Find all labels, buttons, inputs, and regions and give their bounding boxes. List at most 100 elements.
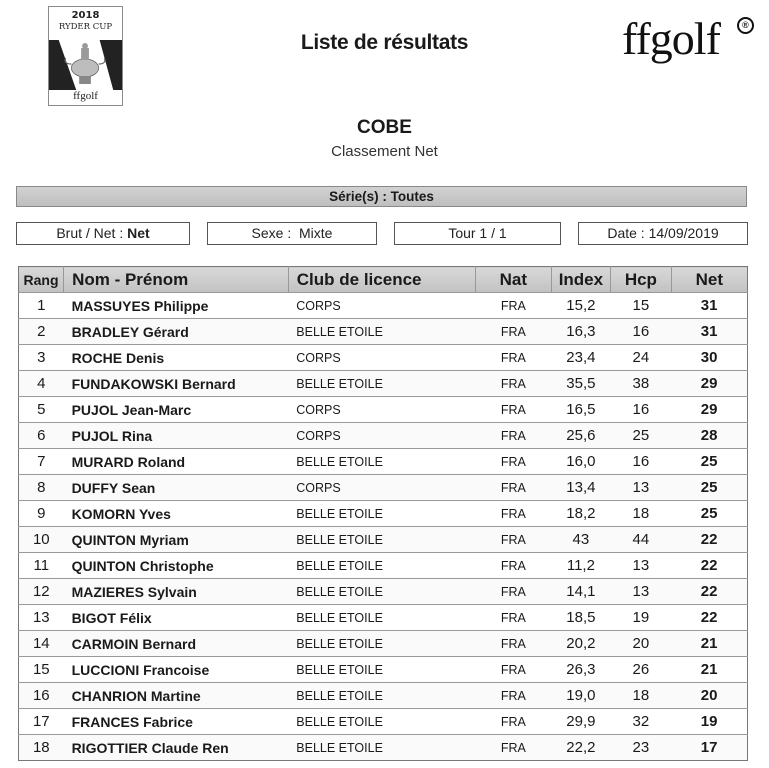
net-cell: 31 [671, 292, 748, 319]
name-cell: CARMOIN Bernard [63, 630, 289, 657]
name-cell: CHANRION Martine [63, 682, 289, 709]
table-row: 7 MURARD Roland BELLE ETOILE FRA 16,0 16 25 [18, 448, 748, 475]
name-cell: KOMORN Yves [63, 500, 289, 527]
nat-cell: FRA [475, 370, 552, 397]
results-body: 1 MASSUYES Philippe CORPS FRA 15,2 15 31 2 BRADL… [18, 292, 748, 761]
index-cell: 14,1 [551, 578, 611, 605]
sexe-filter: Sexe : Mixte [207, 222, 377, 245]
rank-cell: 17 [18, 708, 64, 735]
net-cell: 29 [671, 370, 748, 397]
index-cell: 19,0 [551, 682, 611, 709]
nat-cell: FRA [475, 656, 552, 683]
net-cell: 30 [671, 344, 748, 371]
rank-cell: 11 [18, 552, 64, 579]
ffgolf-logo: ffgolf [622, 13, 721, 64]
hcp-cell: 13 [610, 474, 672, 501]
results-table: Rang Nom - Prénom Club de licence Nat In… [18, 266, 748, 761]
sexe-label: Sexe : [251, 225, 292, 241]
net-cell: 25 [671, 474, 748, 501]
rank-cell: 3 [18, 344, 64, 371]
nat-cell: FRA [475, 682, 552, 709]
event-logo-brand: ffgolf [73, 90, 98, 102]
club-cell: BELLE ETOILE [288, 578, 476, 605]
event-logo: 2018 RYDER CUP ffgolf [48, 6, 123, 106]
rank-cell: 6 [18, 422, 64, 449]
column-header-club: Club de licence [287, 266, 476, 293]
column-header-hcp: Hcp [610, 266, 672, 293]
table-row: 2 BRADLEY Gérard BELLE ETOILE FRA 16,3 16 31 [18, 318, 748, 345]
hcp-cell: 16 [610, 396, 672, 423]
event-logo-year: 2018 [71, 10, 100, 21]
table-row: 16 CHANRION Martine BELLE ETOILE FRA 19,0 18 2… [18, 682, 748, 709]
name-cell: ROCHE Denis [63, 344, 289, 371]
name-cell: BIGOT Félix [63, 604, 289, 631]
hcp-cell: 18 [610, 500, 672, 527]
hcp-cell: 38 [610, 370, 672, 397]
club-cell: CORPS [288, 292, 476, 319]
rank-cell: 1 [18, 292, 64, 319]
table-row: 6 PUJOL Rina CORPS FRA 25,6 25 28 [18, 422, 748, 449]
index-cell: 22,2 [551, 734, 611, 761]
hcp-cell: 19 [610, 604, 672, 631]
rank-cell: 16 [18, 682, 64, 709]
club-cell: BELLE ETOILE [288, 656, 476, 683]
nat-cell: FRA [475, 474, 552, 501]
hcp-cell: 23 [610, 734, 672, 761]
table-row: 15 LUCCIONI Francoise BELLE ETOILE FRA 26,3 2… [18, 656, 748, 683]
hcp-cell: 13 [610, 578, 672, 605]
table-row: 17 FRANCES Fabrice BELLE ETOILE FRA 29,9 32 19 [18, 708, 748, 735]
date-label: Date : [607, 225, 645, 241]
nat-cell: FRA [475, 734, 552, 761]
nat-cell: FRA [475, 552, 552, 579]
brut-net-label: Brut / Net : [56, 225, 124, 241]
ranking-type: Classement Net [331, 143, 438, 160]
name-cell: PUJOL Jean-Marc [63, 396, 289, 423]
name-cell: DUFFY Sean [63, 474, 289, 501]
column-header-rang: Rang [18, 266, 64, 293]
index-cell: 18,2 [551, 500, 611, 527]
column-header-index: Index [550, 266, 611, 293]
net-cell: 29 [671, 396, 748, 423]
table-row: 4 FUNDAKOWSKI Bernard BELLE ETOILE FRA 35,5 3… [18, 370, 748, 397]
column-header-nat: Nat [475, 266, 552, 293]
nat-cell: FRA [475, 318, 552, 345]
table-row: 8 DUFFY Sean CORPS FRA 13,4 13 25 [18, 474, 748, 501]
table-row: 5 PUJOL Jean-Marc CORPS FRA 16,5 16 29 [18, 396, 748, 423]
club-cell: CORPS [288, 474, 476, 501]
net-cell: 22 [671, 578, 748, 605]
net-cell: 22 [671, 604, 748, 631]
hcp-cell: 24 [610, 344, 672, 371]
rank-cell: 10 [18, 526, 64, 553]
name-cell: MURARD Roland [63, 448, 289, 475]
index-cell: 23,4 [551, 344, 611, 371]
table-row: 3 ROCHE Denis CORPS FRA 23,4 24 30 [18, 344, 748, 371]
nat-cell: FRA [475, 578, 552, 605]
hcp-cell: 32 [610, 708, 672, 735]
rank-cell: 13 [18, 604, 64, 631]
rank-cell: 8 [18, 474, 64, 501]
net-cell: 25 [671, 448, 748, 475]
hcp-cell: 20 [610, 630, 672, 657]
index-cell: 26,3 [551, 656, 611, 683]
club-cell: BELLE ETOILE [288, 448, 476, 475]
name-cell: MAZIERES Sylvain [63, 578, 289, 605]
date-value: 14/09/2019 [648, 225, 719, 241]
net-cell: 21 [671, 630, 748, 657]
index-cell: 25,6 [551, 422, 611, 449]
nat-cell: FRA [475, 344, 552, 371]
rank-cell: 7 [18, 448, 64, 475]
net-cell: 21 [671, 656, 748, 683]
hcp-cell: 15 [610, 292, 672, 319]
index-cell: 35,5 [551, 370, 611, 397]
nat-cell: FRA [475, 604, 552, 631]
index-cell: 29,9 [551, 708, 611, 735]
name-cell: LUCCIONI Francoise [63, 656, 289, 683]
club-cell: BELLE ETOILE [288, 682, 476, 709]
index-cell: 16,5 [551, 396, 611, 423]
club-cell: BELLE ETOILE [288, 708, 476, 735]
net-cell: 19 [671, 708, 748, 735]
index-cell: 43 [551, 526, 611, 553]
index-cell: 11,2 [551, 552, 611, 579]
club-cell: BELLE ETOILE [288, 318, 476, 345]
name-cell: MASSUYES Philippe [63, 292, 289, 319]
